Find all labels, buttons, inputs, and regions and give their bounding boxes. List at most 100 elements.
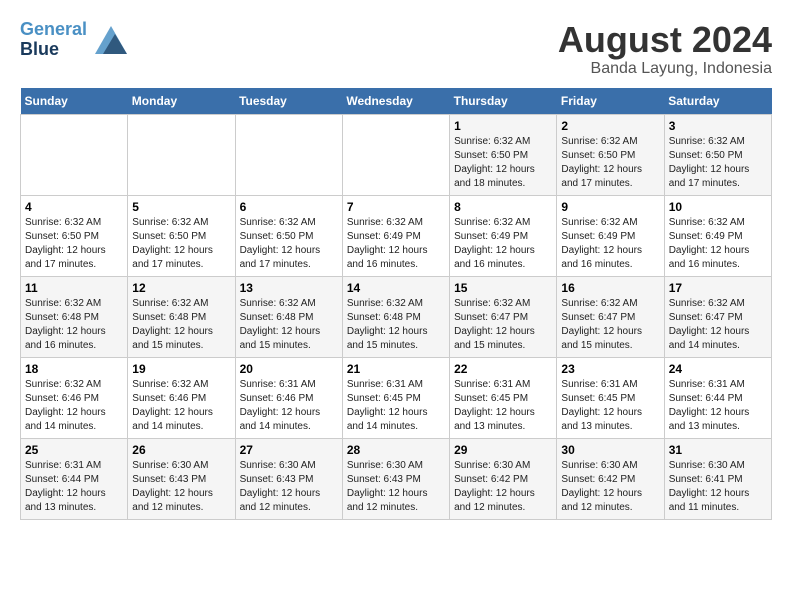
logo: GeneralBlue xyxy=(20,20,127,60)
calendar-table: SundayMondayTuesdayWednesdayThursdayFrid… xyxy=(20,88,772,520)
day-number: 18 xyxy=(25,362,123,376)
day-info: Sunrise: 6:30 AM Sunset: 6:43 PM Dayligh… xyxy=(240,459,338,515)
day-info: Sunrise: 6:32 AM Sunset: 6:49 PM Dayligh… xyxy=(347,216,445,272)
day-number: 30 xyxy=(561,443,659,457)
day-info: Sunrise: 6:31 AM Sunset: 6:44 PM Dayligh… xyxy=(25,459,123,515)
calendar-cell: 27 Sunrise: 6:30 AM Sunset: 6:43 PM Dayli… xyxy=(235,438,342,519)
day-info: Sunrise: 6:32 AM Sunset: 6:50 PM Dayligh… xyxy=(454,135,552,191)
day-number: 3 xyxy=(669,119,767,133)
day-number: 10 xyxy=(669,200,767,214)
calendar-cell: 9 Sunrise: 6:32 AM Sunset: 6:49 PM Daylig… xyxy=(557,195,664,276)
day-info: Sunrise: 6:32 AM Sunset: 6:50 PM Dayligh… xyxy=(240,216,338,272)
day-header-friday: Friday xyxy=(557,88,664,115)
day-number: 11 xyxy=(25,281,123,295)
day-number: 19 xyxy=(132,362,230,376)
calendar-cell: 10Sunrise: 6:32 AM Sunset: 6:49 PM Dayli… xyxy=(664,195,771,276)
day-info: Sunrise: 6:32 AM Sunset: 6:50 PM Dayligh… xyxy=(132,216,230,272)
calendar-cell: 1 Sunrise: 6:32 AM Sunset: 6:50 PM Daylig… xyxy=(450,114,557,195)
calendar-body: 1 Sunrise: 6:32 AM Sunset: 6:50 PM Daylig… xyxy=(21,114,772,519)
day-info: Sunrise: 6:30 AM Sunset: 6:42 PM Dayligh… xyxy=(454,459,552,515)
day-info: Sunrise: 6:32 AM Sunset: 6:50 PM Dayligh… xyxy=(669,135,767,191)
day-header-monday: Monday xyxy=(128,88,235,115)
day-header-tuesday: Tuesday xyxy=(235,88,342,115)
week-row-5: 25 Sunrise: 6:31 AM Sunset: 6:44 PM Dayli… xyxy=(21,438,772,519)
day-number: 31 xyxy=(669,443,767,457)
day-number: 4 xyxy=(25,200,123,214)
day-number: 24 xyxy=(669,362,767,376)
day-number: 8 xyxy=(454,200,552,214)
calendar-cell: 12Sunrise: 6:32 AM Sunset: 6:48 PM Dayli… xyxy=(128,276,235,357)
calendar-cell: 23 Sunrise: 6:31 AM Sunset: 6:45 PM Dayli… xyxy=(557,357,664,438)
calendar-cell: 17 Sunrise: 6:32 AM Sunset: 6:47 PM Dayli… xyxy=(664,276,771,357)
calendar-cell: 31 Sunrise: 6:30 AM Sunset: 6:41 PM Dayli… xyxy=(664,438,771,519)
calendar-cell: 5 Sunrise: 6:32 AM Sunset: 6:50 PM Daylig… xyxy=(128,195,235,276)
location: Banda Layung, Indonesia xyxy=(558,60,772,78)
calendar-cell xyxy=(342,114,449,195)
day-info: Sunrise: 6:32 AM Sunset: 6:49 PM Dayligh… xyxy=(454,216,552,272)
day-number: 27 xyxy=(240,443,338,457)
calendar-cell: 7 Sunrise: 6:32 AM Sunset: 6:49 PM Daylig… xyxy=(342,195,449,276)
calendar-cell: 26Sunrise: 6:30 AM Sunset: 6:43 PM Dayli… xyxy=(128,438,235,519)
day-info: Sunrise: 6:32 AM Sunset: 6:48 PM Dayligh… xyxy=(347,297,445,353)
week-row-3: 11 Sunrise: 6:32 AM Sunset: 6:48 PM Dayli… xyxy=(21,276,772,357)
day-number: 6 xyxy=(240,200,338,214)
day-info: Sunrise: 6:32 AM Sunset: 6:47 PM Dayligh… xyxy=(561,297,659,353)
day-info: Sunrise: 6:31 AM Sunset: 6:45 PM Dayligh… xyxy=(561,378,659,434)
day-number: 29 xyxy=(454,443,552,457)
month-year: August 2024 xyxy=(558,20,772,60)
calendar-cell: 19Sunrise: 6:32 AM Sunset: 6:46 PM Dayli… xyxy=(128,357,235,438)
day-header-sunday: Sunday xyxy=(21,88,128,115)
calendar-cell: 14Sunrise: 6:32 AM Sunset: 6:48 PM Dayli… xyxy=(342,276,449,357)
day-number: 23 xyxy=(561,362,659,376)
day-number: 15 xyxy=(454,281,552,295)
day-number: 28 xyxy=(347,443,445,457)
day-info: Sunrise: 6:31 AM Sunset: 6:45 PM Dayligh… xyxy=(454,378,552,434)
week-row-2: 4 Sunrise: 6:32 AM Sunset: 6:50 PM Daylig… xyxy=(21,195,772,276)
day-info: Sunrise: 6:32 AM Sunset: 6:47 PM Dayligh… xyxy=(669,297,767,353)
calendar-cell: 24 Sunrise: 6:31 AM Sunset: 6:44 PM Dayli… xyxy=(664,357,771,438)
day-number: 21 xyxy=(347,362,445,376)
day-info: Sunrise: 6:30 AM Sunset: 6:41 PM Dayligh… xyxy=(669,459,767,515)
day-info: Sunrise: 6:30 AM Sunset: 6:42 PM Dayligh… xyxy=(561,459,659,515)
day-header-wednesday: Wednesday xyxy=(342,88,449,115)
day-number: 1 xyxy=(454,119,552,133)
day-number: 2 xyxy=(561,119,659,133)
day-number: 25 xyxy=(25,443,123,457)
calendar-cell: 22Sunrise: 6:31 AM Sunset: 6:45 PM Dayli… xyxy=(450,357,557,438)
calendar-cell: 6 Sunrise: 6:32 AM Sunset: 6:50 PM Daylig… xyxy=(235,195,342,276)
calendar-cell: 20 Sunrise: 6:31 AM Sunset: 6:46 PM Dayli… xyxy=(235,357,342,438)
calendar-cell: 15 Sunrise: 6:32 AM Sunset: 6:47 PM Dayli… xyxy=(450,276,557,357)
day-info: Sunrise: 6:32 AM Sunset: 6:46 PM Dayligh… xyxy=(25,378,123,434)
calendar-cell: 11Sunrise: 6:32 AM Sunset: 6:48 PM Dayli… xyxy=(21,276,128,357)
calendar-cell: 8 Sunrise: 6:32 AM Sunset: 6:49 PM Daylig… xyxy=(450,195,557,276)
calendar-cell: 4 Sunrise: 6:32 AM Sunset: 6:50 PM Daylig… xyxy=(21,195,128,276)
calendar-cell: 16Sunrise: 6:32 AM Sunset: 6:47 PM Dayli… xyxy=(557,276,664,357)
day-info: Sunrise: 6:32 AM Sunset: 6:50 PM Dayligh… xyxy=(25,216,123,272)
day-header-saturday: Saturday xyxy=(664,88,771,115)
logo-text: GeneralBlue xyxy=(20,20,87,60)
day-number: 20 xyxy=(240,362,338,376)
calendar-cell xyxy=(21,114,128,195)
day-number: 13 xyxy=(240,281,338,295)
week-row-4: 18 Sunrise: 6:32 AM Sunset: 6:46 PM Dayli… xyxy=(21,357,772,438)
day-info: Sunrise: 6:32 AM Sunset: 6:47 PM Dayligh… xyxy=(454,297,552,353)
calendar-cell: 13 Sunrise: 6:32 AM Sunset: 6:48 PM Dayli… xyxy=(235,276,342,357)
page-header: GeneralBlue August 2024 Banda Layung, In… xyxy=(20,20,772,78)
day-info: Sunrise: 6:32 AM Sunset: 6:48 PM Dayligh… xyxy=(240,297,338,353)
day-info: Sunrise: 6:32 AM Sunset: 6:49 PM Dayligh… xyxy=(561,216,659,272)
day-info: Sunrise: 6:31 AM Sunset: 6:44 PM Dayligh… xyxy=(669,378,767,434)
calendar-cell: 18 Sunrise: 6:32 AM Sunset: 6:46 PM Dayli… xyxy=(21,357,128,438)
day-number: 5 xyxy=(132,200,230,214)
calendar-cell xyxy=(235,114,342,195)
calendar-cell: 29 Sunrise: 6:30 AM Sunset: 6:42 PM Dayli… xyxy=(450,438,557,519)
calendar-cell xyxy=(128,114,235,195)
calendar-cell: 30 Sunrise: 6:30 AM Sunset: 6:42 PM Dayli… xyxy=(557,438,664,519)
day-info: Sunrise: 6:32 AM Sunset: 6:48 PM Dayligh… xyxy=(132,297,230,353)
day-number: 17 xyxy=(669,281,767,295)
calendar-header-row: SundayMondayTuesdayWednesdayThursdayFrid… xyxy=(21,88,772,115)
day-info: Sunrise: 6:32 AM Sunset: 6:50 PM Dayligh… xyxy=(561,135,659,191)
day-info: Sunrise: 6:31 AM Sunset: 6:46 PM Dayligh… xyxy=(240,378,338,434)
calendar-cell: 21Sunrise: 6:31 AM Sunset: 6:45 PM Dayli… xyxy=(342,357,449,438)
day-number: 9 xyxy=(561,200,659,214)
day-number: 7 xyxy=(347,200,445,214)
